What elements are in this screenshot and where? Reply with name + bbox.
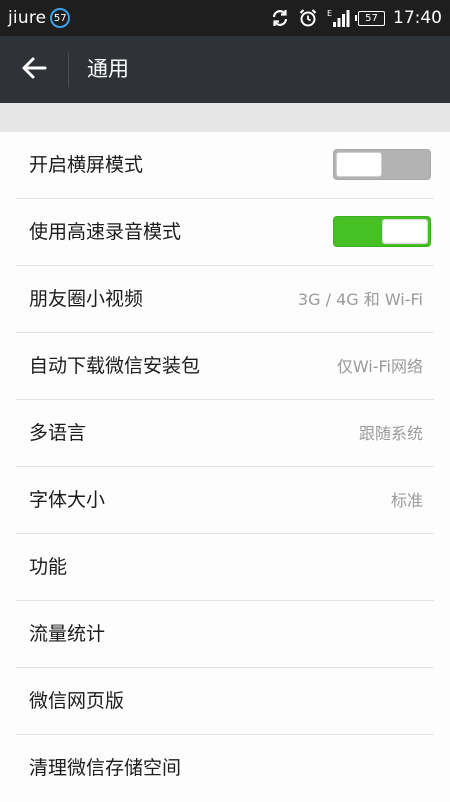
setting-data-usage[interactable]: 流量统计 <box>16 601 434 668</box>
setting-auto-download[interactable]: 自动下载微信安装包 仅Wi-Fi网络 <box>16 333 434 400</box>
settings-list: 开启横屏模式 使用高速录音模式 朋友圈小视频 3G / 4G 和 Wi-Fi 自… <box>0 132 450 802</box>
landscape-mode-toggle[interactable] <box>333 149 431 180</box>
setting-label: 开启横屏模式 <box>29 154 144 176</box>
setting-value: 跟随系统 <box>358 424 423 443</box>
high-speed-recording-toggle[interactable] <box>333 216 431 247</box>
setting-language[interactable]: 多语言 跟随系统 <box>16 400 434 467</box>
setting-value: 仅Wi-Fi网络 <box>336 357 423 376</box>
setting-label: 使用高速录音模式 <box>29 221 182 243</box>
signal-icon: E <box>326 8 350 28</box>
battery-level: 57 <box>365 12 378 24</box>
toggle-knob <box>336 152 382 177</box>
title-divider <box>68 53 69 87</box>
setting-moments-video[interactable]: 朋友圈小视频 3G / 4G 和 Wi-Fi <box>16 266 434 333</box>
setting-label: 功能 <box>29 556 68 578</box>
status-bar: jiure 57 E 57 17:40 <box>0 0 450 36</box>
section-spacer <box>0 103 450 133</box>
alarm-icon <box>298 8 318 28</box>
title-bar: 通用 <box>0 36 450 103</box>
setting-label: 自动下载微信安装包 <box>29 355 201 377</box>
setting-features[interactable]: 功能 <box>16 534 434 601</box>
setting-clear-storage[interactable]: 清理微信存储空间 <box>16 735 434 802</box>
setting-label: 清理微信存储空间 <box>29 757 182 779</box>
page-title: 通用 <box>87 57 129 81</box>
back-button[interactable] <box>14 52 54 88</box>
clock: 17:40 <box>393 8 442 28</box>
setting-label: 朋友圈小视频 <box>29 288 144 310</box>
setting-font-size[interactable]: 字体大小 标准 <box>16 467 434 534</box>
carrier-name: jiure <box>8 8 47 28</box>
svg-text:E: E <box>327 9 332 18</box>
toggle-knob <box>382 219 428 244</box>
battery-icon: 57 <box>355 10 385 26</box>
status-bar-right: E 57 17:40 <box>270 0 442 36</box>
setting-value: 3G / 4G 和 Wi-Fi <box>297 290 423 309</box>
setting-label: 多语言 <box>29 422 87 444</box>
setting-high-speed-recording[interactable]: 使用高速录音模式 <box>16 199 434 266</box>
sync-icon <box>270 8 290 28</box>
setting-value: 标准 <box>390 491 423 510</box>
setting-landscape-mode[interactable]: 开启横屏模式 <box>16 132 434 199</box>
back-arrow-icon <box>21 56 47 84</box>
setting-label: 微信网页版 <box>29 690 125 712</box>
status-bar-left: jiure 57 <box>8 0 71 36</box>
setting-label: 字体大小 <box>29 489 106 511</box>
setting-label: 流量统计 <box>29 623 106 645</box>
notification-badge: 57 <box>50 8 71 28</box>
setting-web-wechat[interactable]: 微信网页版 <box>16 668 434 735</box>
